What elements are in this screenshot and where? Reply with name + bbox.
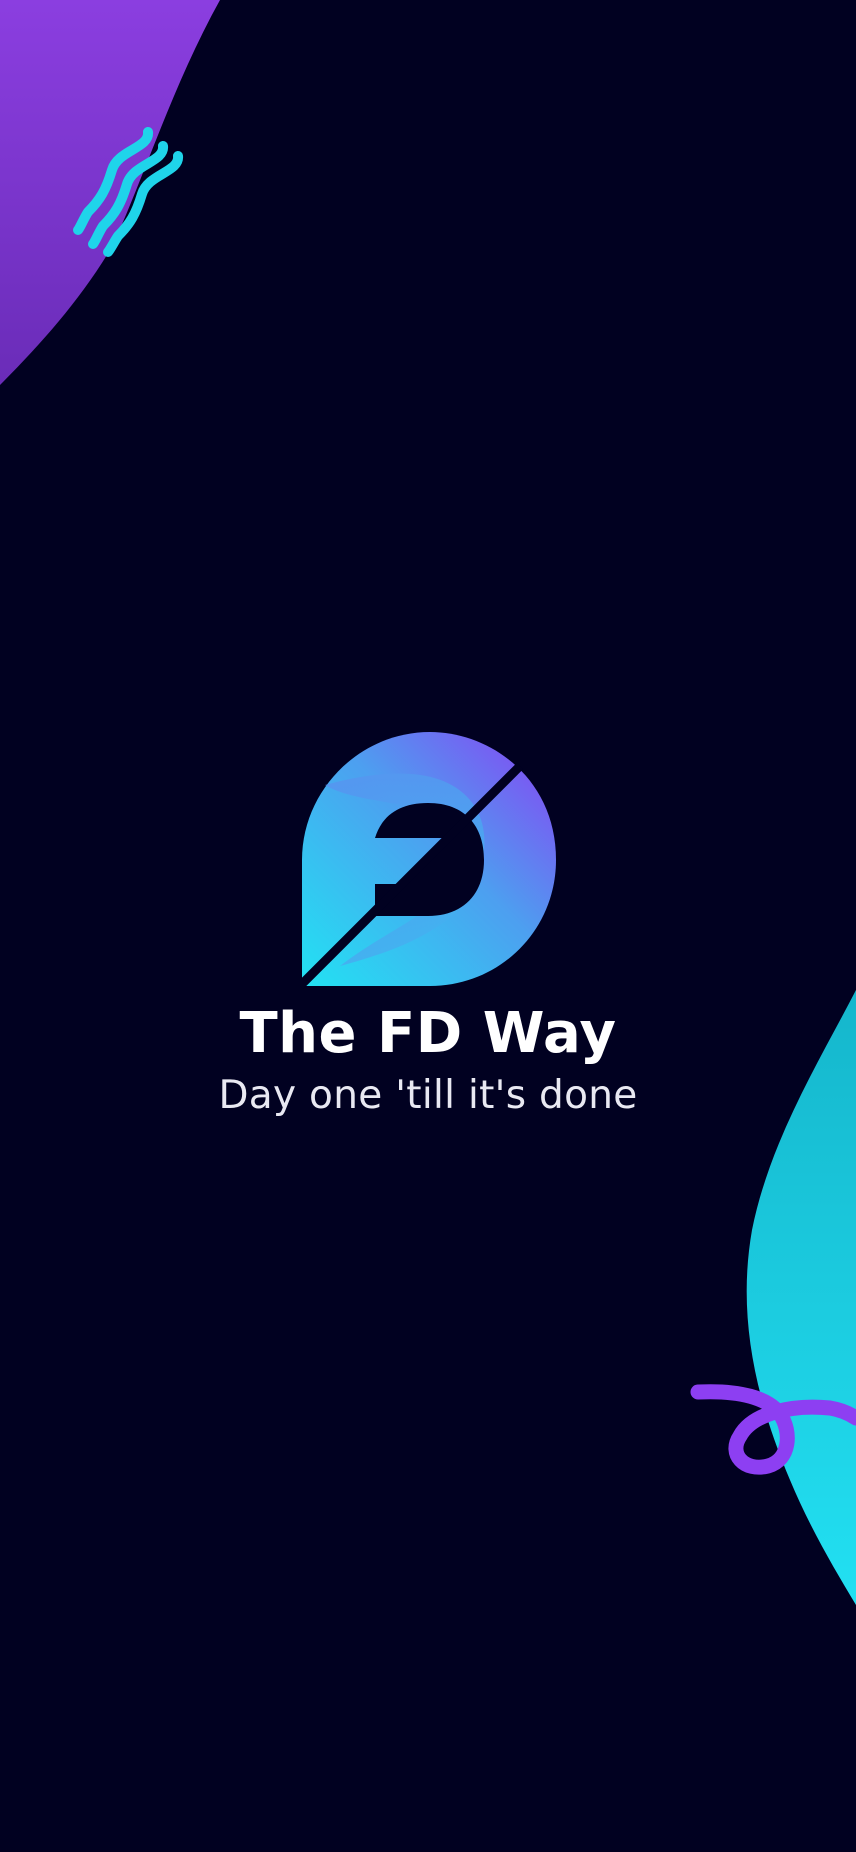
brand-block: The FD Way Day one 'till it's done [0,1000,856,1122]
splash-screen: The FD Way Day one 'till it's done [0,0,856,1852]
app-title: The FD Way [239,1001,617,1066]
fd-way-logo-icon [296,730,560,990]
purple-corner-blob [0,0,220,385]
app-tagline: Day one 'till it's done [218,1073,638,1118]
